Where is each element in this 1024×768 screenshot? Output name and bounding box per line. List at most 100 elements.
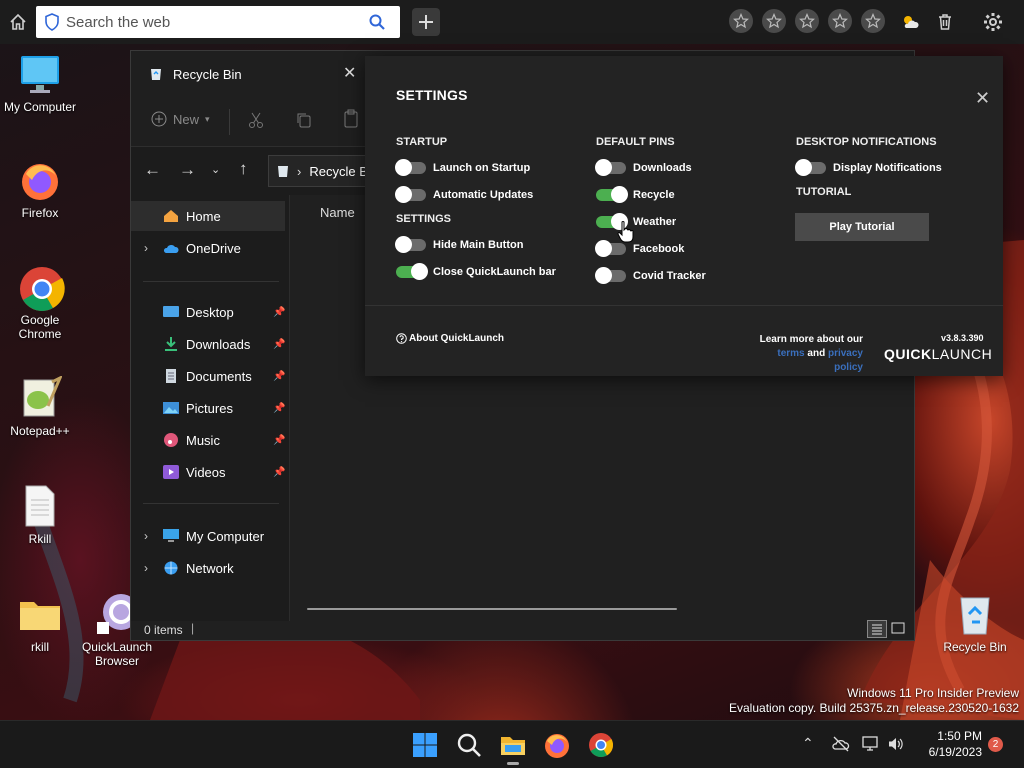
weather-icon[interactable]	[896, 8, 924, 36]
search-input[interactable]	[66, 13, 366, 31]
desktop-icon-rkill-folder[interactable]: rkill	[0, 592, 80, 654]
toggle-switch[interactable]	[596, 186, 628, 203]
forward-arrow-icon[interactable]: →	[179, 160, 196, 180]
star-icon[interactable]	[795, 9, 819, 33]
automatic-updates-toggle[interactable]: Automatic Updates	[395, 186, 533, 204]
chevron-down-icon[interactable]: ⌄	[211, 163, 220, 176]
toggle-switch[interactable]	[595, 240, 626, 257]
question-circle-icon	[396, 333, 407, 344]
download-icon	[165, 337, 177, 351]
desktop-icon-notepadpp[interactable]: Notepad++	[0, 374, 80, 438]
plus-icon[interactable]	[412, 8, 440, 36]
play-tutorial-button[interactable]: Play Tutorial	[795, 213, 929, 241]
hide-main-button-toggle[interactable]: Hide Main Button	[395, 236, 523, 254]
paste-icon[interactable]	[343, 109, 359, 129]
nav-item-desktop[interactable]: Desktop 📌	[131, 297, 289, 327]
toggle-switch[interactable]	[795, 159, 826, 176]
chevron-up-icon[interactable]: ⌃	[802, 735, 814, 752]
about-quicklaunch-link[interactable]: About QuickLaunch	[396, 333, 504, 344]
network-monitor-icon[interactable]	[862, 736, 880, 752]
toggle-switch[interactable]	[396, 263, 428, 280]
details-view-icon[interactable]	[867, 620, 887, 638]
cut-icon[interactable]	[247, 111, 265, 129]
chrome-icon[interactable]	[587, 731, 615, 759]
nav-item-downloads[interactable]: Downloads 📌	[131, 329, 289, 359]
search-icon[interactable]	[455, 731, 483, 759]
column-header-name[interactable]: Name	[320, 205, 355, 220]
nav-item-pictures[interactable]: Pictures 📌	[131, 393, 289, 423]
quicklaunch-settings-panel: SETTINGS ✕ STARTUP Launch on Startup Aut…	[365, 56, 1003, 376]
pin-icon[interactable]: 📌	[273, 371, 285, 382]
close-icon[interactable]: ✕	[975, 88, 990, 109]
display-notifications-toggle[interactable]: Display Notifications	[795, 159, 942, 177]
desktop-icon-firefox[interactable]: Firefox	[0, 158, 80, 220]
back-arrow-icon[interactable]: ←	[144, 160, 161, 180]
notification-badge[interactable]: 2	[988, 737, 1003, 752]
terms-link[interactable]: terms	[777, 348, 804, 359]
file-explorer-icon[interactable]	[499, 731, 527, 759]
pin-icon[interactable]: 📌	[273, 307, 285, 318]
nav-label: Videos	[186, 464, 226, 480]
desktop-icon-rkill[interactable]: Rkill	[0, 484, 80, 546]
nav-item-videos[interactable]: Videos 📌	[131, 457, 289, 487]
downloads-pin-toggle[interactable]: Downloads	[595, 159, 692, 177]
web-search-box[interactable]	[36, 6, 400, 38]
home-icon[interactable]	[4, 8, 32, 36]
chevron-right-icon[interactable]: ›	[144, 561, 148, 575]
close-quicklaunch-bar-toggle[interactable]: Close QuickLaunch bar	[396, 263, 556, 281]
star-icon[interactable]	[828, 9, 852, 33]
facebook-pin-toggle[interactable]: Facebook	[595, 240, 684, 258]
pane-splitter[interactable]	[289, 195, 290, 621]
star-icon[interactable]	[762, 9, 786, 33]
watermark-line: Windows 11 Pro Insider Preview	[847, 686, 1019, 700]
cloud-offline-icon[interactable]	[832, 736, 850, 752]
nav-label: OneDrive	[186, 240, 241, 256]
chevron-right-icon[interactable]: ›	[144, 241, 148, 255]
gear-icon[interactable]	[979, 8, 1007, 36]
covid-tracker-pin-toggle[interactable]: Covid Tracker	[595, 267, 706, 285]
desktop-icon-my-computer[interactable]: My Computer	[0, 52, 80, 114]
nav-item-documents[interactable]: Documents 📌	[131, 361, 289, 391]
horizontal-scrollbar[interactable]	[307, 608, 677, 610]
privacy-policy-link[interactable]: privacy policy	[828, 348, 863, 373]
nav-item-home[interactable]: Home	[131, 201, 285, 231]
item-count: 0 items	[144, 623, 183, 637]
pin-icon[interactable]: 📌	[273, 467, 285, 478]
copy-icon[interactable]	[295, 111, 313, 129]
up-arrow-icon[interactable]: ↑	[239, 159, 248, 179]
new-button[interactable]: New ▾	[151, 111, 210, 127]
toggle-switch[interactable]	[395, 186, 426, 203]
weather-pin-toggle[interactable]: Weather	[596, 213, 676, 231]
toggle-switch[interactable]	[595, 267, 626, 284]
trash-icon[interactable]	[931, 8, 959, 36]
star-icon[interactable]	[861, 9, 885, 33]
desktop-icon-label: My Computer	[3, 100, 77, 114]
close-icon[interactable]: ✕	[343, 63, 356, 83]
panel-divider	[365, 305, 1003, 306]
recycle-pin-toggle[interactable]: Recycle	[596, 186, 675, 204]
desktop-icon-recycle-bin[interactable]: Recycle Bin	[935, 592, 1015, 654]
nav-item-music[interactable]: Music 📌	[131, 425, 289, 455]
desktop-icon-chrome[interactable]: Google Chrome	[0, 265, 80, 341]
clock[interactable]: 1:50 PM 6/19/2023	[912, 728, 982, 760]
pin-icon[interactable]: 📌	[273, 403, 285, 414]
windows-start-icon[interactable]	[411, 731, 439, 759]
nav-item-my-computer[interactable]: › My Computer	[131, 521, 289, 551]
chevron-right-icon[interactable]: ›	[144, 529, 148, 543]
pin-icon[interactable]: 📌	[273, 435, 285, 446]
nav-item-network[interactable]: › Network	[131, 553, 289, 583]
nav-item-onedrive[interactable]: › OneDrive	[131, 233, 289, 263]
large-icons-view-icon[interactable]	[889, 620, 909, 638]
nav-divider	[143, 281, 279, 282]
launch-on-startup-toggle[interactable]: Launch on Startup	[395, 159, 530, 177]
firefox-icon[interactable]	[543, 731, 571, 759]
desktop-icon	[163, 306, 179, 317]
search-icon[interactable]	[368, 13, 386, 31]
toggle-switch[interactable]	[595, 159, 626, 176]
toggle-switch[interactable]	[395, 159, 426, 176]
pin-icon[interactable]: 📌	[273, 339, 285, 350]
nav-label: Documents	[186, 368, 252, 384]
volume-icon[interactable]	[887, 736, 905, 752]
toggle-switch[interactable]	[395, 236, 426, 253]
star-icon[interactable]	[729, 9, 753, 33]
